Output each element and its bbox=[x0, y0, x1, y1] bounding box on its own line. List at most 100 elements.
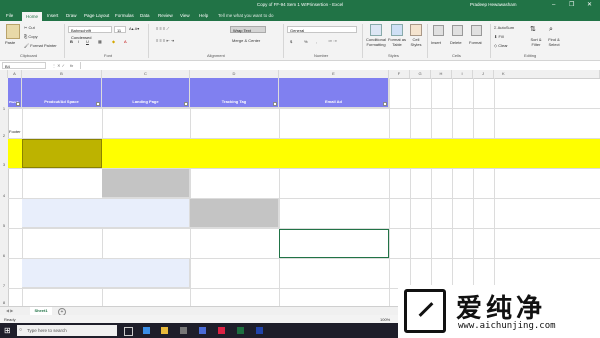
conditional-formatting-button[interactable]: Conditional Formatting bbox=[364, 37, 388, 47]
row-header[interactable]: 2 bbox=[0, 133, 8, 138]
row-header[interactable]: 1 bbox=[0, 106, 8, 111]
function-icon[interactable]: fx bbox=[70, 63, 73, 68]
find-select-button[interactable]: Find & Select bbox=[545, 37, 563, 47]
taskbar-search-input[interactable]: Type here to search bbox=[17, 325, 117, 336]
align-top-icons[interactable]: ≡ ≡ ≡ ⟋ bbox=[156, 26, 169, 31]
column-header[interactable]: F bbox=[389, 70, 410, 78]
header-cell-a1[interactable]: Placeh bbox=[8, 78, 22, 108]
row-header[interactable]: 6 bbox=[0, 253, 8, 258]
name-box[interactable]: B4 bbox=[2, 62, 46, 69]
tab-help[interactable]: Help bbox=[199, 13, 208, 18]
decimal-icons[interactable]: ⁺⁰ ⁻⁰ bbox=[328, 39, 337, 44]
comma-button[interactable]: , bbox=[316, 39, 317, 44]
sort-filter-button[interactable]: Sort & Filter bbox=[527, 37, 545, 47]
edge-icon[interactable] bbox=[143, 327, 150, 334]
tell-me-search[interactable]: Tell me what you want to do bbox=[218, 13, 274, 18]
delete-cells-button[interactable]: Delete bbox=[450, 40, 462, 45]
windows-start-icon[interactable]: ⊞ bbox=[4, 326, 13, 335]
tab-view[interactable]: View bbox=[180, 13, 190, 18]
row-header[interactable]: 8 bbox=[0, 300, 8, 305]
font-size-select[interactable]: 11 bbox=[114, 26, 126, 33]
font-name-select[interactable]: Bahnschrift Condensed bbox=[68, 26, 112, 40]
mail-icon[interactable] bbox=[199, 327, 206, 334]
minimize-button[interactable]: – bbox=[552, 1, 555, 9]
paste-icon[interactable] bbox=[6, 24, 20, 39]
copy-button[interactable]: ⎘ Copy bbox=[24, 34, 38, 39]
format-cells-button[interactable]: Format bbox=[469, 40, 482, 45]
light-blue-cell[interactable] bbox=[22, 259, 190, 288]
row-header[interactable]: 7 bbox=[0, 283, 8, 288]
cell-styles-button[interactable]: Cell Styles bbox=[408, 37, 424, 47]
header-cell[interactable]: Landing Page bbox=[102, 78, 190, 108]
user-name[interactable]: Pradeep Hewawasham bbox=[470, 2, 517, 7]
app-icon[interactable] bbox=[218, 327, 225, 334]
column-header[interactable]: J bbox=[473, 70, 494, 78]
header-cell[interactable]: Prodcut/Ad Space bbox=[22, 78, 102, 108]
olive-cell[interactable] bbox=[22, 139, 102, 168]
restore-button[interactable]: ❐ bbox=[569, 1, 574, 9]
format-cells-icon[interactable] bbox=[471, 25, 482, 36]
tab-review[interactable]: Review bbox=[158, 13, 173, 18]
word-taskbar-icon[interactable] bbox=[256, 327, 263, 334]
explorer-icon[interactable] bbox=[161, 327, 168, 334]
bold-button[interactable]: B bbox=[70, 39, 73, 44]
currency-button[interactable]: $ bbox=[290, 39, 292, 44]
fill-button[interactable]: ⬇ Fill bbox=[494, 34, 504, 39]
store-icon[interactable] bbox=[180, 327, 187, 334]
header-cell[interactable]: Tracking Tag bbox=[190, 78, 279, 108]
column-header[interactable]: A bbox=[8, 70, 22, 78]
row-header[interactable]: 3 bbox=[0, 162, 8, 167]
filter-dropdown-icon[interactable] bbox=[383, 102, 387, 106]
filter-dropdown-icon[interactable] bbox=[273, 102, 277, 106]
filter-dropdown-icon[interactable] bbox=[96, 102, 100, 106]
tab-draw[interactable]: Draw bbox=[66, 13, 77, 18]
column-header[interactable]: I bbox=[452, 70, 473, 78]
header-cell[interactable]: Email Ad bbox=[279, 78, 389, 108]
select-all-corner[interactable] bbox=[0, 70, 8, 78]
column-header[interactable]: E bbox=[279, 70, 389, 78]
fill-color-icon[interactable]: ◆ bbox=[112, 39, 115, 44]
format-table-icon[interactable] bbox=[391, 24, 403, 36]
cell-styles-icon[interactable] bbox=[410, 24, 422, 36]
merge-center-button[interactable]: Merge & Center bbox=[232, 38, 260, 43]
wrap-text-button[interactable]: Wrap Text bbox=[230, 26, 266, 33]
filter-dropdown-icon[interactable] bbox=[184, 102, 188, 106]
cancel-enter-icons[interactable]: ⋮ ✕ ✓ bbox=[52, 63, 65, 68]
tab-formulas[interactable]: Formulas bbox=[115, 13, 134, 18]
conditional-formatting-icon[interactable] bbox=[370, 24, 382, 36]
formula-input[interactable] bbox=[80, 62, 598, 69]
borders-icon[interactable]: ▦ bbox=[98, 39, 102, 44]
close-button[interactable]: ✕ bbox=[587, 1, 592, 9]
align-left-icons[interactable]: ≡ ≡ ≡ ⇤ ⇥ bbox=[156, 38, 174, 43]
filter-dropdown-icon[interactable] bbox=[16, 102, 20, 106]
delete-cells-icon[interactable] bbox=[452, 25, 463, 36]
row-header[interactable]: 5 bbox=[0, 223, 8, 228]
format-table-button[interactable]: Format as Table bbox=[387, 37, 407, 47]
find-select-icon[interactable]: ⌕ bbox=[549, 25, 558, 34]
tab-data[interactable]: Data bbox=[140, 13, 150, 18]
font-color-icon[interactable]: A bbox=[124, 39, 127, 44]
gray-cell[interactable] bbox=[190, 199, 279, 228]
column-header[interactable]: G bbox=[410, 70, 431, 78]
column-header[interactable]: D bbox=[190, 70, 279, 78]
underline-button[interactable]: U bbox=[86, 39, 89, 44]
cut-button[interactable]: ✂ Cut bbox=[24, 25, 35, 30]
zoom-level[interactable]: 100% bbox=[380, 317, 390, 322]
insert-cells-button[interactable]: Insert bbox=[431, 40, 441, 45]
percent-button[interactable]: % bbox=[304, 39, 308, 44]
paste-button[interactable]: Paste bbox=[5, 40, 15, 45]
task-view-icon[interactable] bbox=[124, 327, 133, 336]
column-header[interactable]: B bbox=[22, 70, 102, 78]
tab-home[interactable]: Home bbox=[22, 12, 43, 21]
column-header[interactable]: K bbox=[494, 70, 600, 78]
excel-taskbar-icon[interactable] bbox=[237, 327, 244, 334]
tab-insert[interactable]: Insert bbox=[47, 13, 58, 18]
column-header[interactable]: H bbox=[431, 70, 452, 78]
autosum-button[interactable]: Σ AutoSum bbox=[494, 25, 514, 30]
active-cell[interactable] bbox=[279, 229, 389, 258]
sheet-nav-arrows[interactable]: ◀ ▶ bbox=[6, 308, 13, 313]
footer-label[interactable]: Footer bbox=[9, 129, 21, 134]
row-header[interactable]: 4 bbox=[0, 193, 8, 198]
format-painter-button[interactable]: 🖌 Format Painter bbox=[24, 43, 57, 48]
clear-button[interactable]: ◇ Clear bbox=[494, 43, 508, 48]
